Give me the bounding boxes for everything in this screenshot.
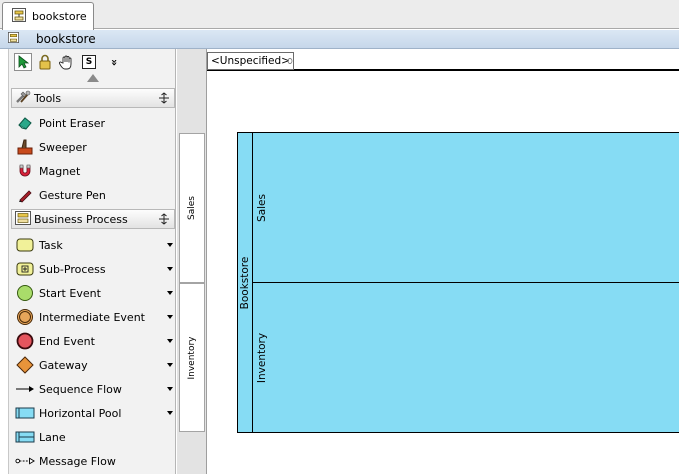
lane-header-inventory[interactable]: Inventory <box>179 283 205 432</box>
diagram-palette: S » Tools Point Eraser Sweeper Magnet Ge… <box>8 49 176 474</box>
lane-title-area[interactable]: Sales <box>253 133 271 282</box>
lane-sales[interactable]: Sales <box>253 133 679 283</box>
horizontal-pool-icon <box>15 404 35 422</box>
lane-label: Inventory <box>256 332 268 383</box>
diagram-canvas[interactable]: <Unspecified> Bookstore Sales Inventory <box>207 49 679 474</box>
pool-bookstore[interactable]: Bookstore Sales Inventory <box>237 132 679 433</box>
select-arrow-icon[interactable] <box>14 53 32 71</box>
dropdown-caret-icon[interactable] <box>167 363 173 367</box>
intermediate-event-icon <box>15 308 35 326</box>
pool-label: Bookstore <box>239 256 251 309</box>
palette-item-gesture-pen[interactable]: Gesture Pen <box>11 183 175 207</box>
palette-item-point-eraser[interactable]: Point Eraser <box>11 111 175 135</box>
gateway-icon <box>15 356 35 374</box>
dropdown-caret-icon[interactable] <box>167 291 173 295</box>
lane-header-label: Inventory <box>187 336 197 379</box>
ruler-marker-icon[interactable] <box>287 58 293 64</box>
unspecified-ruler: <Unspecified> <box>207 49 679 71</box>
document-tab-label: bookstore <box>32 10 87 23</box>
palette-item-gateway[interactable]: Gateway <box>11 353 175 377</box>
dropdown-caret-icon[interactable] <box>167 267 173 271</box>
palette-item-sweeper[interactable]: Sweeper <box>11 135 175 159</box>
diagram-title: bookstore <box>36 32 96 46</box>
pool-label-area[interactable]: Bookstore <box>238 133 253 432</box>
lane-inventory[interactable]: Inventory <box>253 283 679 432</box>
palette-group-label: Business Process <box>34 212 128 226</box>
hand-icon[interactable] <box>58 53 76 71</box>
pin-icon[interactable] <box>158 92 170 104</box>
lane-header-label: Sales <box>187 196 197 220</box>
subprocess-icon <box>15 260 35 278</box>
pen-icon <box>15 186 35 204</box>
unspecified-tab[interactable]: <Unspecified> <box>207 52 294 70</box>
lane-label: Sales <box>256 193 268 222</box>
start-event-icon <box>15 284 35 302</box>
collapse-arrow-icon[interactable] <box>87 74 99 82</box>
stamp-icon[interactable]: S <box>80 53 98 71</box>
dropdown-caret-icon[interactable] <box>167 339 173 343</box>
dropdown-caret-icon[interactable] <box>167 243 173 247</box>
palette-item-sequence-flow[interactable]: Sequence Flow <box>11 377 175 401</box>
diagram-icon <box>8 32 19 46</box>
palette-item-lane[interactable]: Lane <box>11 425 175 449</box>
palette-group-label: Tools <box>34 91 62 105</box>
palette-group-business-process[interactable]: Business Process <box>11 209 175 229</box>
palette-item-end-event[interactable]: End Event <box>11 329 175 353</box>
lock-icon[interactable] <box>36 53 54 71</box>
palette-item-horizontal-pool[interactable]: Horizontal Pool <box>11 401 175 425</box>
sequence-flow-icon <box>15 380 35 398</box>
tools-icon <box>15 90 31 107</box>
end-event-icon <box>15 332 35 350</box>
pin-icon[interactable] <box>158 213 170 225</box>
lane-icon <box>15 428 35 446</box>
task-icon <box>15 236 35 254</box>
more-chevron-icon[interactable]: » <box>106 53 124 71</box>
dropdown-caret-icon[interactable] <box>167 387 173 391</box>
lane-header-strip: Sales Inventory <box>177 49 207 474</box>
palette-item-magnet[interactable]: Magnet <box>11 159 175 183</box>
palette-item-intermediate-event[interactable]: Intermediate Event <box>11 305 175 329</box>
palette-group-tools[interactable]: Tools <box>11 88 175 108</box>
diagram-icon <box>12 8 26 25</box>
dropdown-caret-icon[interactable] <box>167 315 173 319</box>
palette-item-message-flow[interactable]: Message Flow <box>11 449 175 473</box>
diagram-header: bookstore <box>0 30 679 49</box>
document-tab-strip: bookstore <box>0 0 679 30</box>
business-process-icon <box>15 210 31 228</box>
palette-item-task[interactable]: Task <box>11 233 175 257</box>
palette-item-sub-process[interactable]: Sub-Process <box>11 257 175 281</box>
magnet-icon <box>15 162 35 180</box>
lane-header-sales[interactable]: Sales <box>179 133 205 283</box>
document-tab-bookstore[interactable]: bookstore <box>2 2 94 30</box>
message-flow-icon <box>15 452 35 470</box>
dropdown-caret-icon[interactable] <box>167 411 173 415</box>
palette-item-start-event[interactable]: Start Event <box>11 281 175 305</box>
lane-title-area[interactable]: Inventory <box>253 283 271 432</box>
palette-toolbar: S » <box>9 49 175 87</box>
eraser-icon <box>15 114 35 132</box>
sweeper-icon <box>15 138 35 156</box>
